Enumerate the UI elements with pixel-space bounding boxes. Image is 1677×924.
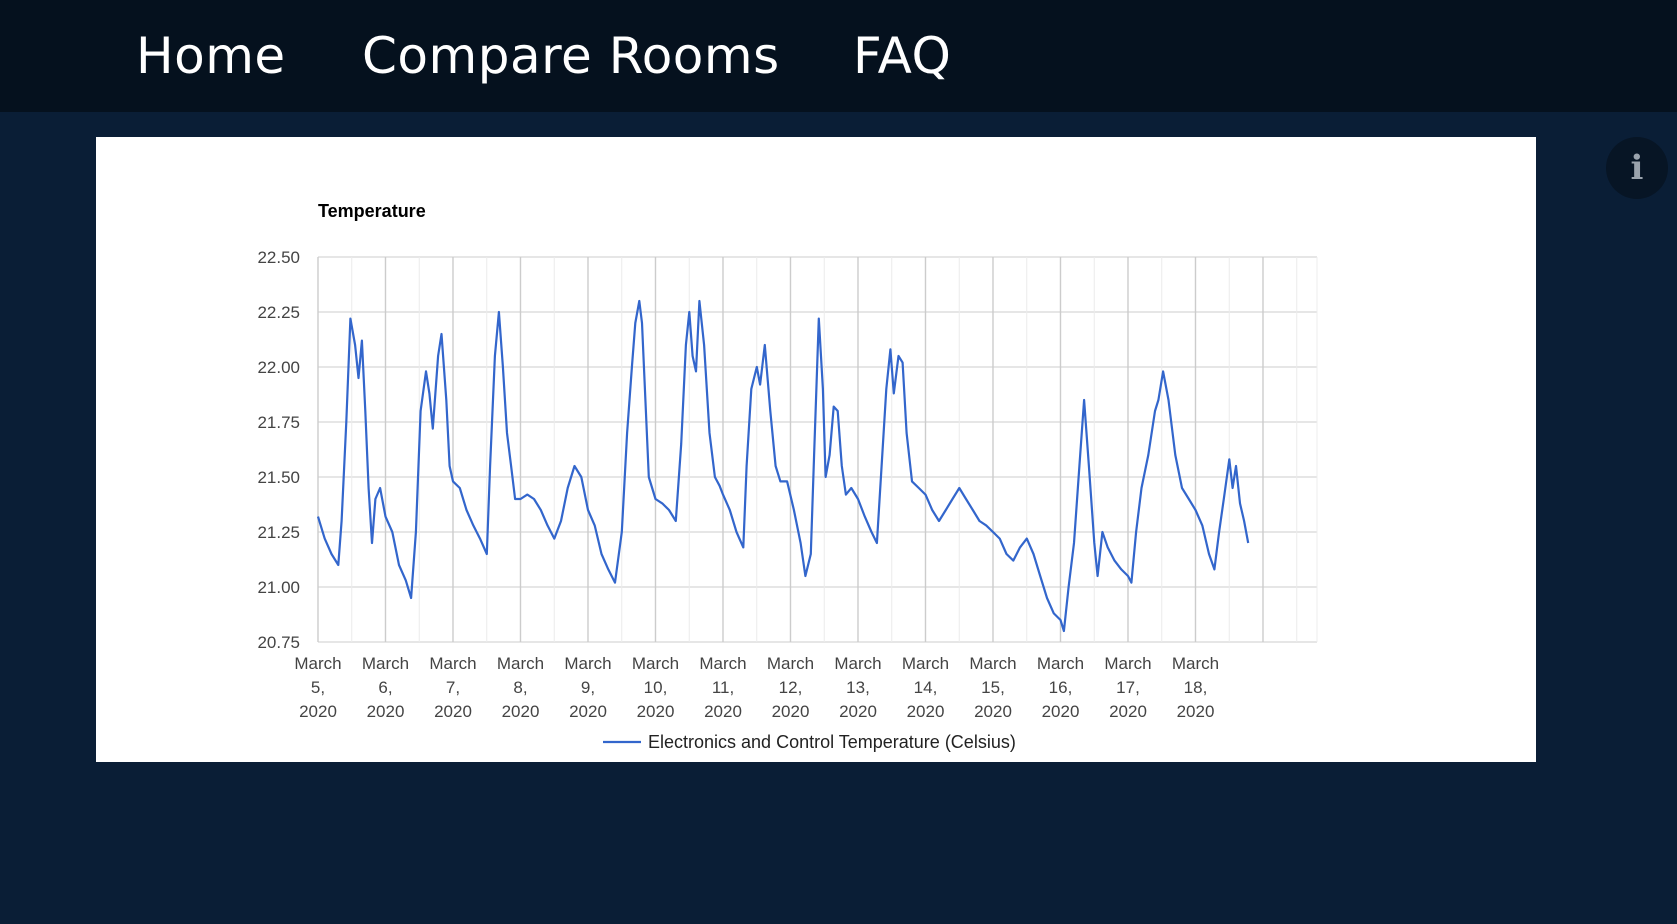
top-navigation: Home Compare Rooms FAQ (0, 0, 1677, 112)
y-tick-label: 21.00 (257, 578, 300, 597)
x-tick-label: March 10, 2020 (632, 654, 679, 721)
y-tick-label: 21.25 (257, 523, 300, 542)
x-axis-ticks: March 5, 2020 March 6, 2020 March 7, 2020 March 8,… (294, 654, 1219, 721)
x-tick-label: March 12, 2020 (767, 654, 814, 721)
temperature-chart: 22.50 22.25 22.00 21.75 21.50 21.25 21.00 20.75… (257, 201, 1318, 752)
x-tick-label: March 5, 2020 (294, 654, 341, 721)
y-axis-ticks: 22.50 22.25 22.00 21.75 21.50 21.25 21.00 20.75 (257, 248, 300, 652)
x-tick-label: March 8, 2020 (497, 654, 544, 721)
x-tick-label: March 11, 2020 (699, 654, 746, 721)
x-tick-label: March 15, 2020 (969, 654, 1016, 721)
x-tick-label: March 14, 2020 (902, 654, 949, 721)
chart-panel: 22.50 22.25 22.00 21.75 21.50 21.25 21.00 20.75… (96, 137, 1536, 762)
x-tick-label: March 18, 2020 (1172, 654, 1219, 721)
x-tick-label: March 17, 2020 (1104, 654, 1151, 721)
series-line (316, 299, 1250, 633)
y-tick-label: 21.50 (257, 468, 300, 487)
x-tick-label: March 6, 2020 (362, 654, 409, 721)
x-tick-label: March 7, 2020 (429, 654, 476, 721)
nav-compare-rooms-link[interactable]: Compare Rooms (362, 22, 780, 90)
nav-faq-link[interactable]: FAQ (853, 22, 951, 90)
y-tick-label: 22.25 (257, 303, 300, 322)
chart-title: Temperature (318, 201, 426, 221)
y-tick-label: 22.50 (257, 248, 300, 267)
x-tick-label: March 9, 2020 (564, 654, 611, 721)
x-tick-label: March 16, 2020 (1037, 654, 1084, 721)
y-tick-label: 21.75 (257, 413, 300, 432)
info-button[interactable]: i (1606, 137, 1668, 199)
info-icon: i (1630, 148, 1644, 188)
y-tick-label: 20.75 (257, 633, 300, 652)
grid-layer (317, 256, 1318, 643)
legend-label: Electronics and Control Temperature (Cel… (648, 732, 1016, 752)
x-tick-label: March 13, 2020 (834, 654, 881, 721)
nav-home-link[interactable]: Home (136, 22, 286, 90)
y-tick-label: 22.00 (257, 358, 300, 377)
